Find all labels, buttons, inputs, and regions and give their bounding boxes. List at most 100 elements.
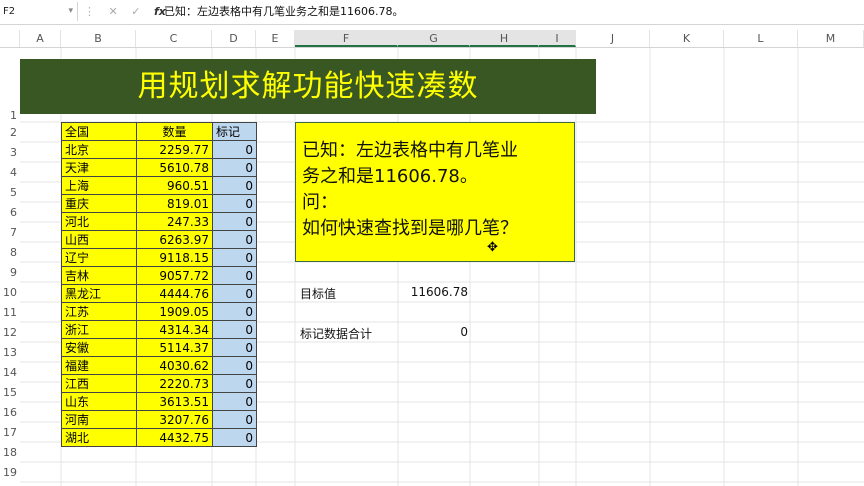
mark-cell[interactable]: 0 bbox=[212, 230, 257, 249]
amount-cell[interactable]: 9057.72 bbox=[136, 266, 213, 285]
row-header[interactable]: 16 bbox=[0, 406, 20, 419]
column-header[interactable]: M bbox=[798, 30, 864, 47]
amount-cell[interactable]: 3207.76 bbox=[136, 410, 213, 429]
province-cell[interactable]: 河北 bbox=[61, 212, 137, 231]
province-cell[interactable]: 天津 bbox=[61, 158, 137, 177]
amount-cell[interactable]: 2220.73 bbox=[136, 374, 213, 393]
row-header[interactable]: 10 bbox=[0, 286, 20, 299]
column-header[interactable]: K bbox=[650, 30, 724, 47]
row-header[interactable]: 11 bbox=[0, 306, 20, 319]
header-cell[interactable]: 全国 bbox=[61, 122, 137, 141]
amount-cell[interactable]: 2259.77 bbox=[136, 140, 213, 159]
province-cell[interactable]: 福建 bbox=[61, 356, 137, 375]
province-cell[interactable]: 江西 bbox=[61, 374, 137, 393]
mark-cell[interactable]: 0 bbox=[212, 248, 257, 267]
province-cell[interactable]: 辽宁 bbox=[61, 248, 137, 267]
column-header[interactable]: B bbox=[61, 30, 136, 47]
province-cell[interactable]: 山东 bbox=[61, 392, 137, 411]
province-cell[interactable]: 江苏 bbox=[61, 302, 137, 321]
mark-cell[interactable]: 0 bbox=[212, 338, 257, 357]
column-header[interactable]: C bbox=[136, 30, 212, 47]
province-cell[interactable]: 北京 bbox=[61, 140, 137, 159]
row-header[interactable]: 17 bbox=[0, 426, 20, 439]
amount-cell[interactable]: 819.01 bbox=[136, 194, 213, 213]
banner-title[interactable]: 用规划求解功能快速凑数 bbox=[20, 59, 596, 114]
name-box[interactable]: F2 ▾ bbox=[0, 2, 78, 21]
mark-cell[interactable]: 0 bbox=[212, 428, 257, 447]
row-header[interactable]: 6 bbox=[0, 206, 20, 219]
header-cell[interactable]: 数量 bbox=[136, 122, 213, 141]
confirm-icon[interactable]: ✓ bbox=[131, 5, 140, 18]
row-header[interactable]: 1 bbox=[0, 109, 20, 122]
row-header[interactable]: 2 bbox=[0, 126, 20, 139]
row-header[interactable]: 4 bbox=[0, 166, 20, 179]
more-icon[interactable]: ⋮ bbox=[84, 5, 95, 18]
row-header[interactable]: 19 bbox=[0, 466, 20, 479]
target-value[interactable]: 11606.78 bbox=[398, 285, 468, 299]
mark-cell[interactable]: 0 bbox=[212, 374, 257, 393]
table-row: 上海 960.51 0 bbox=[61, 176, 257, 195]
row-header[interactable]: 12 bbox=[0, 326, 20, 339]
amount-cell[interactable]: 9118.15 bbox=[136, 248, 213, 267]
amount-cell[interactable]: 4314.34 bbox=[136, 320, 213, 339]
row-header[interactable]: 9 bbox=[0, 266, 20, 279]
column-header[interactable]: J bbox=[576, 30, 650, 47]
row-header[interactable]: 7 bbox=[0, 226, 20, 239]
amount-cell[interactable]: 5610.78 bbox=[136, 158, 213, 177]
mark-cell[interactable]: 0 bbox=[212, 158, 257, 177]
row-header[interactable]: 8 bbox=[0, 246, 20, 259]
formula-input[interactable]: 已知：左边表格中有几笔业务之和是11606.78。 bbox=[164, 2, 404, 21]
mark-cell[interactable]: 0 bbox=[212, 284, 257, 303]
column-header[interactable]: A bbox=[20, 30, 61, 47]
mark-cell[interactable]: 0 bbox=[212, 392, 257, 411]
mark-cell[interactable]: 0 bbox=[212, 194, 257, 213]
province-cell[interactable]: 吉林 bbox=[61, 266, 137, 285]
amount-cell[interactable]: 6263.97 bbox=[136, 230, 213, 249]
row-header[interactable]: 5 bbox=[0, 186, 20, 199]
province-cell[interactable]: 湖北 bbox=[61, 428, 137, 447]
target-label[interactable]: 目标值 bbox=[300, 285, 336, 302]
marked-sum-value[interactable]: 0 bbox=[398, 325, 468, 339]
province-cell[interactable]: 浙江 bbox=[61, 320, 137, 339]
mark-cell[interactable]: 0 bbox=[212, 302, 257, 321]
province-cell[interactable]: 安徽 bbox=[61, 338, 137, 357]
row-header[interactable]: 14 bbox=[0, 366, 20, 379]
amount-cell[interactable]: 4432.75 bbox=[136, 428, 213, 447]
column-header[interactable]: G bbox=[398, 30, 470, 47]
column-header[interactable]: F bbox=[295, 30, 398, 47]
province-cell[interactable]: 河南 bbox=[61, 410, 137, 429]
header-cell[interactable]: 标记 bbox=[212, 122, 257, 141]
column-header[interactable]: L bbox=[724, 30, 798, 47]
select-all-corner[interactable] bbox=[0, 30, 20, 47]
province-cell[interactable]: 重庆 bbox=[61, 194, 137, 213]
mark-cell[interactable]: 0 bbox=[212, 320, 257, 339]
mark-cell[interactable]: 0 bbox=[212, 356, 257, 375]
mark-cell[interactable]: 0 bbox=[212, 410, 257, 429]
cancel-icon[interactable]: ✕ bbox=[109, 5, 118, 18]
province-cell[interactable]: 山西 bbox=[61, 230, 137, 249]
amount-cell[interactable]: 4444.76 bbox=[136, 284, 213, 303]
row-header[interactable]: 3 bbox=[0, 146, 20, 159]
province-cell[interactable]: 黑龙江 bbox=[61, 284, 137, 303]
amount-cell[interactable]: 3613.51 bbox=[136, 392, 213, 411]
chevron-down-icon[interactable]: ▾ bbox=[68, 2, 73, 21]
amount-cell[interactable]: 5114.37 bbox=[136, 338, 213, 357]
mark-cell[interactable]: 0 bbox=[212, 140, 257, 159]
amount-cell[interactable]: 1909.05 bbox=[136, 302, 213, 321]
column-header[interactable]: E bbox=[256, 30, 295, 47]
marked-sum-label[interactable]: 标记数据合计 bbox=[300, 325, 372, 342]
amount-cell[interactable]: 4030.62 bbox=[136, 356, 213, 375]
column-header[interactable]: I bbox=[539, 30, 576, 47]
row-header[interactable]: 15 bbox=[0, 386, 20, 399]
question-note[interactable]: 已知：左边表格中有几笔业 务之和是11606.78。 问： 如何快速查找到是哪几… bbox=[295, 122, 575, 262]
mark-cell[interactable]: 0 bbox=[212, 212, 257, 231]
province-cell[interactable]: 上海 bbox=[61, 176, 137, 195]
column-header[interactable]: D bbox=[212, 30, 256, 47]
amount-cell[interactable]: 960.51 bbox=[136, 176, 213, 195]
column-header[interactable]: H bbox=[470, 30, 539, 47]
mark-cell[interactable]: 0 bbox=[212, 266, 257, 285]
amount-cell[interactable]: 247.33 bbox=[136, 212, 213, 231]
row-header[interactable]: 13 bbox=[0, 346, 20, 359]
row-header[interactable]: 18 bbox=[0, 446, 20, 459]
mark-cell[interactable]: 0 bbox=[212, 176, 257, 195]
